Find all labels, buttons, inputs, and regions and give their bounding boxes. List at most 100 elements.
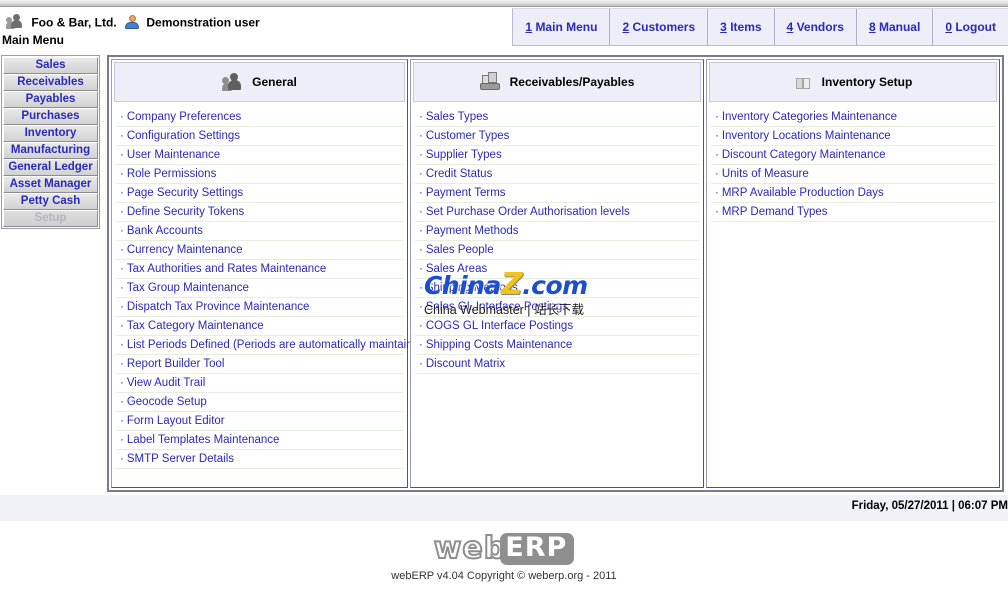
menu-link[interactable]: · View Audit Trail [116,374,403,393]
column-header-receivables-payables: Receivables/Payables [413,62,701,102]
bullet-icon: · [419,301,423,313]
weberp-logo: web ERP [433,533,575,565]
column-title: Receivables/Payables [509,75,635,89]
menu-link[interactable]: · MRP Available Production Days [711,184,995,203]
menu-link-label: Shipping Methods [425,282,518,294]
company-name: Foo & Bar, Ltd. [31,15,117,30]
menu-link-label: Role Permissions [126,168,217,180]
bullet-icon: · [120,301,124,313]
menu-link[interactable]: · Company Preferences [116,108,403,127]
column-links-inventory-setup: · Inventory Categories Maintenance · Inven… [709,106,997,485]
group-people-icon [6,14,25,31]
menu-link[interactable]: · Sales Types [415,108,699,127]
menu-link[interactable]: · Shipping Methods [415,279,699,298]
bullet-icon: · [120,149,124,161]
nav-item-manual[interactable]: 8 Manual [857,9,934,45]
menu-link-label: Report Builder Tool [126,358,225,370]
window-top-band [0,0,1008,7]
menu-link[interactable]: · Tax Group Maintenance [116,279,403,298]
menu-link-label: Tax Category Maintenance [126,320,264,332]
nav-item-logout[interactable]: 0 Logout [933,9,1008,45]
menu-link[interactable]: · Inventory Locations Maintenance [711,127,995,146]
sidebar-item-asset-manager[interactable]: Asset Manager [3,176,98,193]
menu-link-label: SMTP Server Details [126,453,234,465]
bullet-icon: · [120,358,124,370]
menu-link-label: Discount Matrix [425,358,506,370]
sidebar-item-inventory[interactable]: Inventory [3,125,98,142]
menu-link[interactable]: · Sales Areas [415,260,699,279]
menu-link[interactable]: · Set Purchase Order Authorisation levels [415,203,699,222]
sidebar-item-manufacturing[interactable]: Manufacturing [3,142,98,159]
nav-item-label: Vendors [796,20,844,34]
menu-link[interactable]: · Tax Authorities and Rates Maintenance [116,260,403,279]
menu-link-label: Set Purchase Order Authorisation levels [425,206,630,218]
menu-link[interactable]: · Define Security Tokens [116,203,403,222]
menu-link[interactable]: · Payment Methods [415,222,699,241]
menu-link[interactable]: · Sales GL Interface Postings [415,298,699,317]
bullet-icon: · [419,168,423,180]
menu-panels-container: General · Company Preferences · Configurat… [107,55,1004,492]
menu-link[interactable]: · Payment Terms [415,184,699,203]
nav-item-items[interactable]: 3 Items [708,9,775,45]
bullet-icon: · [419,111,423,123]
menu-link[interactable]: · List Periods Defined (Periods are autom… [116,336,429,355]
menu-link[interactable]: · Shipping Costs Maintenance [415,336,699,355]
nav-item-label: Main Menu [535,20,598,34]
menu-link-label: MRP Demand Types [721,206,828,218]
bullet-icon: · [419,149,423,161]
sidebar-item-sales[interactable]: Sales [3,57,98,74]
menu-link-label: View Audit Trail [126,377,206,389]
menu-link-label: List Periods Defined (Periods are automa… [126,339,430,351]
menu-link[interactable]: · Form Layout Editor [116,412,403,431]
money-stack-icon [479,72,502,92]
nav-item-label: Logout [955,20,996,34]
menu-link[interactable]: · Credit Status [415,165,699,184]
menu-link[interactable]: · SMTP Server Details [116,450,403,469]
menu-link[interactable]: · Role Permissions [116,165,403,184]
menu-link-label: Form Layout Editor [126,415,225,427]
menu-link[interactable]: · Customer Types [415,127,699,146]
menu-link-label: Sales Areas [425,263,488,275]
menu-link-label: Inventory Locations Maintenance [721,130,891,142]
bullet-icon: · [419,320,423,332]
sidebar-item-payables[interactable]: Payables [3,91,98,108]
menu-link[interactable]: · Bank Accounts [116,222,403,241]
nav-accel-key: 1 [525,20,533,34]
menu-link[interactable]: · Units of Measure [711,165,995,184]
menu-link[interactable]: · User Maintenance [116,146,403,165]
menu-link-label: Supplier Types [425,149,502,161]
nav-item-customers[interactable]: 2 Customers [610,9,709,45]
menu-link[interactable]: · MRP Demand Types [711,203,995,222]
menu-link[interactable]: · Tax Category Maintenance [116,317,403,336]
menu-link[interactable]: · Dispatch Tax Province Maintenance [116,298,403,317]
menu-link-label: Customer Types [425,130,510,142]
sidebar-item-petty-cash[interactable]: Petty Cash [3,193,98,210]
bullet-icon: · [120,396,124,408]
menu-link-label: User Maintenance [126,149,221,161]
sidebar-item-purchases[interactable]: Purchases [3,108,98,125]
menu-link[interactable]: · Inventory Categories Maintenance [711,108,995,127]
sidebar-item-general-ledger[interactable]: General Ledger [3,159,98,176]
menu-link[interactable]: · Discount Matrix [415,355,699,374]
menu-link-label: Define Security Tokens [126,206,245,218]
menu-link[interactable]: · Supplier Types [415,146,699,165]
bullet-icon: · [715,111,719,123]
nav-accel-key: 4 [786,20,794,34]
sidebar-item-receivables[interactable]: Receivables [3,74,98,91]
bullet-icon: · [419,339,423,351]
menu-link[interactable]: · Report Builder Tool [116,355,403,374]
menu-link-label: Sales People [425,244,494,256]
menu-link[interactable]: · Configuration Settings [116,127,403,146]
menu-link[interactable]: · Discount Category Maintenance [711,146,995,165]
menu-link[interactable]: · Sales People [415,241,699,260]
nav-item-vendors[interactable]: 4 Vendors [775,9,857,45]
nav-item-main-menu[interactable]: 1 Main Menu [513,9,611,45]
menu-link[interactable]: · Geocode Setup [116,393,403,412]
menu-link[interactable]: · Currency Maintenance [116,241,403,260]
menu-link-label: COGS GL Interface Postings [425,320,574,332]
menu-link[interactable]: · Label Templates Maintenance [116,431,403,450]
menu-link[interactable]: · COGS GL Interface Postings [415,317,699,336]
status-bar: Friday, 05/27/2011 | 06:07 PM [0,495,1008,521]
menu-link[interactable]: · Page Security Settings [116,184,403,203]
bullet-icon: · [715,206,719,218]
